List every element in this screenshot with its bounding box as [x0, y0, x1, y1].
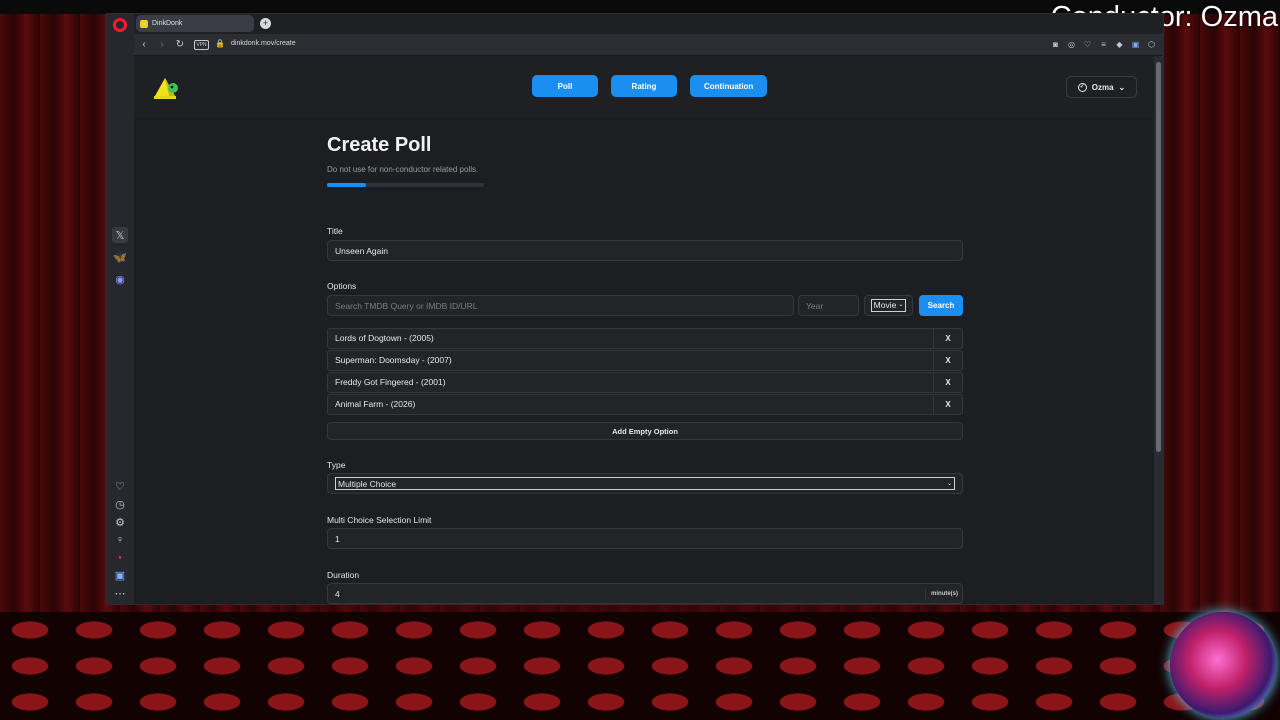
duration-input[interactable]: 4 minute(s) — [327, 583, 963, 604]
duration-value: 4 — [335, 588, 340, 599]
option-text[interactable]: Superman: Doomsday - (2007) — [335, 351, 452, 370]
shield-icon[interactable]: ◎ — [1066, 38, 1077, 52]
duration-label: Duration — [327, 570, 360, 580]
lock-icon[interactable]: 🔒 — [215, 39, 225, 48]
record-icon[interactable]: ● — [112, 550, 128, 566]
history-icon[interactable]: ◷ — [112, 496, 128, 512]
main-nav: Poll Rating Continuation — [532, 75, 768, 97]
search-button[interactable]: Search — [919, 295, 963, 316]
menu-lines-icon[interactable]: ≡ — [1098, 38, 1109, 52]
options-list: Lords of Dogtown - (2005) X Superman: Do… — [327, 328, 963, 416]
title-label: Title — [327, 226, 343, 236]
bluesky-icon[interactable]: 🦋 — [112, 249, 128, 265]
remove-option-button[interactable]: X — [933, 395, 962, 414]
duration-unit: minute(s) — [925, 588, 958, 600]
theater-seats — [0, 612, 1280, 720]
remove-option-button[interactable]: X — [933, 329, 962, 348]
tmdb-search-input[interactable]: Search TMDB Query or IMDB ID/URL — [327, 295, 794, 316]
nav-rating-button[interactable]: Rating — [611, 75, 677, 97]
url-field[interactable]: dinkdonk.mov/create — [231, 40, 296, 47]
tab-title: DinkDonk — [152, 20, 183, 27]
option-text[interactable]: Animal Farm - (2026) — [335, 395, 415, 414]
new-tab-plus-icon[interactable]: + — [260, 18, 271, 29]
option-search-row: Search TMDB Query or IMDB ID/URL Year Mo… — [327, 295, 963, 316]
more-icon[interactable]: ⋯ — [112, 585, 128, 601]
extension-puzzle-icon[interactable]: ▣ — [1130, 38, 1141, 52]
user-name: Ozma — [1091, 82, 1114, 92]
type-label: Type — [327, 460, 346, 470]
cube-icon[interactable]: ⬡ — [1146, 38, 1157, 52]
extension-icon[interactable]: ▣ — [112, 567, 128, 583]
address-bar: ‹ › ↻ VPN 🔒 dinkdonk.mov/create ◙ ◎ ♡ ≡ … — [134, 34, 1163, 56]
option-row: Superman: Doomsday - (2007) X — [327, 350, 963, 371]
poll-type-select[interactable]: Multiple Choice ⌄ — [327, 473, 963, 494]
media-type-value: Movie — [873, 300, 897, 310]
poll-type-value: Multiple Choice — [338, 478, 397, 489]
chevron-down-icon: ⌄ — [1118, 82, 1126, 92]
settings-gear-icon[interactable]: ⚙ — [112, 514, 128, 530]
options-label: Options — [327, 281, 357, 291]
remove-option-button[interactable]: X — [933, 351, 962, 370]
option-row: Freddy Got Fingered - (2001) X — [327, 372, 963, 393]
selection-limit-label: Multi Choice Selection Limit — [327, 515, 432, 525]
page: Poll Rating Continuation ✓ Ozma ⌄ Create… — [134, 56, 1156, 604]
page-title: Create Poll — [327, 134, 432, 156]
page-subtitle: Do not use for non-conductor related pol… — [327, 165, 479, 174]
discord-icon[interactable]: ◉ — [112, 271, 128, 287]
toolbar-icons: ◙ ◎ ♡ ≡ ◆ ▣ ⬡ — [1050, 38, 1157, 52]
site-header: Poll Rating Continuation ✓ Ozma ⌄ — [134, 56, 1156, 118]
orb-avatar — [1170, 612, 1276, 718]
page-scrollbar[interactable] — [1154, 56, 1163, 604]
add-empty-option-button[interactable]: Add Empty Option — [327, 422, 963, 440]
camera-icon[interactable]: ◙ — [1050, 38, 1061, 52]
tab-dinkdonk[interactable]: DinkDonk — [136, 15, 254, 32]
media-type-select[interactable]: Movie ⌄ — [864, 295, 913, 316]
check-circle-icon: ✓ — [1077, 82, 1087, 92]
selection-limit-input[interactable]: 1 — [327, 528, 963, 549]
heart-icon[interactable]: ♡ — [112, 478, 128, 494]
option-row: Lords of Dogtown - (2005) X — [327, 328, 963, 349]
chevron-down-icon: ⌄ — [898, 302, 904, 308]
browser-sidebar: 𝕏 🦋 ◉ ♡ ◷ ⚙ ♀ ● ▣ ⋯ — [107, 14, 134, 604]
reload-icon[interactable]: ↻ — [174, 38, 186, 52]
option-text[interactable]: Lords of Dogtown - (2005) — [335, 329, 434, 348]
profile-icon[interactable]: ◆ — [1114, 38, 1125, 52]
nav-poll-button[interactable]: Poll — [532, 75, 598, 97]
vpn-badge[interactable]: VPN — [194, 40, 209, 50]
option-row: Animal Farm - (2026) X — [327, 394, 963, 415]
progress-bar — [327, 183, 484, 187]
favicon-icon — [140, 19, 148, 28]
year-input[interactable]: Year — [798, 295, 859, 316]
option-text[interactable]: Freddy Got Fingered - (2001) — [335, 373, 446, 392]
title-input[interactable]: Unseen Again — [327, 240, 963, 261]
tab-bar: DinkDonk + — [134, 14, 1163, 34]
forward-arrow-icon[interactable]: › — [156, 38, 168, 52]
scrollbar-thumb[interactable] — [1156, 62, 1161, 452]
lightbulb-icon[interactable]: ♀ — [112, 532, 128, 548]
progress-fill — [327, 183, 367, 187]
remove-option-button[interactable]: X — [933, 373, 962, 392]
nav-continuation-button[interactable]: Continuation — [690, 75, 768, 97]
chevron-down-icon: ⌄ — [946, 481, 952, 487]
dinkdonk-logo-icon[interactable] — [151, 74, 181, 102]
back-arrow-icon[interactable]: ‹ — [138, 38, 150, 52]
user-menu-button[interactable]: ✓ Ozma ⌄ — [1066, 76, 1137, 98]
x-twitter-icon[interactable]: 𝕏 — [112, 227, 128, 243]
bookmark-heart-icon[interactable]: ♡ — [1082, 38, 1093, 52]
browser-window: 𝕏 🦋 ◉ ♡ ◷ ⚙ ♀ ● ▣ ⋯ DinkDonk + ‹ › ↻ VPN… — [106, 13, 1164, 605]
opera-logo-icon[interactable] — [113, 18, 127, 32]
